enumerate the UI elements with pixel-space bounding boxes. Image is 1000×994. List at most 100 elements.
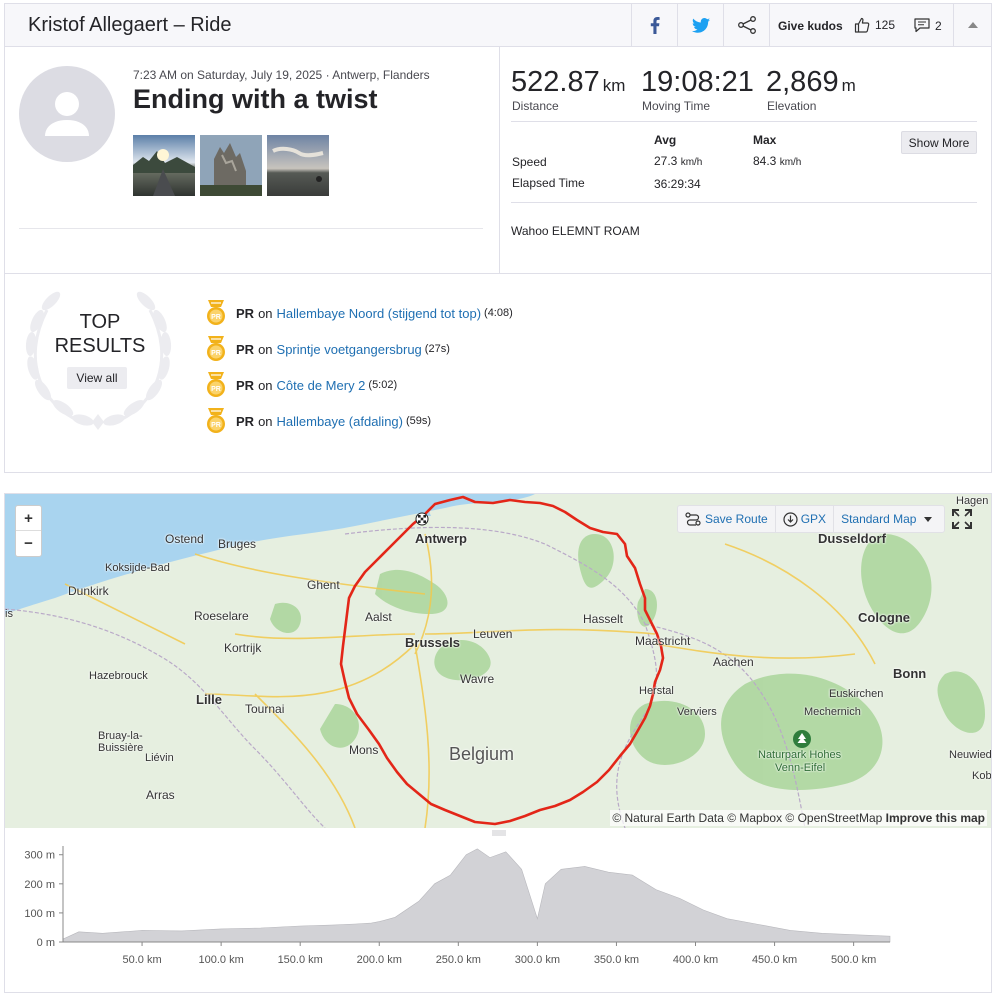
pr-badge: PR — [236, 341, 255, 357]
resize-handle-icon[interactable] — [492, 830, 506, 836]
divider — [499, 47, 500, 273]
moving-time-value: 19:08:21 — [641, 66, 754, 98]
download-icon — [783, 511, 798, 527]
comment-icon — [914, 18, 930, 33]
map-label: Hasselt — [583, 612, 624, 626]
moving-time-label: Moving Time — [642, 99, 711, 113]
map-label: Ostend — [165, 532, 204, 546]
x-tick-label: 300.0 km — [515, 954, 560, 966]
x-tick-label: 150.0 km — [278, 954, 323, 966]
y-tick-label: 300 m — [24, 850, 55, 862]
save-route-button[interactable]: Save Route — [678, 506, 776, 532]
segment-link[interactable]: Hallembaye Noord (stijgend tot top) — [277, 306, 482, 321]
fullscreen-icon[interactable] — [950, 507, 974, 531]
map-label: Antwerp — [415, 531, 467, 546]
map-label: Maastricht — [635, 634, 691, 648]
avg-header: Avg — [654, 133, 677, 147]
max-speed: 84.3 km/h — [753, 154, 802, 168]
x-tick-label: 250.0 km — [436, 954, 481, 966]
map-label: Hazebrouck — [89, 670, 148, 682]
segment-time: (4:08) — [484, 307, 513, 319]
elapsed-time-label: Elapsed Time — [512, 176, 585, 190]
comments-button[interactable]: 2 — [914, 18, 942, 33]
y-tick-label: 0 m — [37, 937, 55, 949]
page-title: Kristof Allegaert – Ride — [28, 14, 232, 36]
map-label: Liévin — [145, 752, 174, 764]
map-label: Herstal — [639, 685, 674, 697]
divider — [5, 273, 991, 274]
map-label: Neuwied — [949, 749, 991, 761]
y-tick-label: 100 m — [24, 908, 55, 920]
map-attribution: © Natural Earth Data © Mapbox © OpenStre… — [610, 810, 987, 826]
activity-name: Ending with a twist — [133, 84, 378, 114]
gpx-label: GPX — [800, 512, 827, 526]
map-label: Brussels — [405, 635, 460, 650]
caret-up-icon — [967, 22, 978, 28]
twitter-share-button[interactable] — [677, 4, 723, 46]
pr-medal-icon: PR — [207, 300, 225, 325]
max-header: Max — [753, 133, 777, 147]
activity-photo-3[interactable] — [267, 135, 329, 196]
elevation-area — [62, 848, 891, 943]
route-map[interactable]: Antwerp Ostend Bruges Koksijde-Bad Dunki… — [5, 494, 991, 828]
kudos-count: 125 — [875, 18, 896, 32]
segment-time: (59s) — [405, 415, 432, 427]
map-label: Buissière — [98, 742, 144, 754]
segment-link[interactable]: Côte de Mery 2 — [277, 378, 366, 393]
gpx-download-button[interactable]: GPX — [776, 506, 835, 532]
view-all-button[interactable]: View all — [67, 367, 127, 389]
x-tick-label: 450.0 km — [752, 954, 797, 966]
activity-photo-2[interactable] — [200, 135, 262, 196]
x-tick-label: 500.0 km — [831, 954, 876, 966]
y-tick-label: 200 m — [24, 879, 55, 891]
give-kudos-button[interactable]: Give kudos — [778, 19, 843, 33]
twitter-icon — [691, 17, 710, 33]
activity-photo-1[interactable] — [133, 135, 195, 196]
map-label: Ghent — [307, 578, 340, 592]
improve-map-link[interactable]: Improve this map — [886, 811, 985, 825]
athlete-avatar[interactable] — [19, 66, 115, 162]
distance-value: 522.87 km — [511, 66, 626, 98]
pr-result-row: PR PR on Sprintje voetgangersbrug (27s) — [205, 336, 450, 362]
start-finish-icon — [415, 512, 429, 526]
map-label: Leuven — [473, 627, 513, 641]
thumbs-up-icon — [854, 17, 870, 33]
map-label: Dunkirk — [68, 584, 109, 598]
pr-result-row: PR PR on Hallembaye (afdaling) (59s) — [205, 408, 431, 434]
activity-date-location: 7:23 AM on Saturday, July 19, 2025 · Ant… — [133, 68, 430, 82]
collapse-button[interactable] — [953, 4, 991, 46]
map-label: Dusseldorf — [818, 531, 886, 546]
map-style-select[interactable]: Standard Map — [834, 506, 944, 532]
map-label: Kob — [972, 770, 991, 782]
elapsed-time-value: 36:29:34 — [654, 177, 701, 191]
map-label: Naturpark Hohes — [758, 749, 842, 761]
kudos-count-button[interactable]: 125 — [854, 17, 895, 33]
divider — [511, 202, 977, 203]
segment-link[interactable]: Hallembaye (afdaling) — [277, 414, 403, 429]
segment-link[interactable]: Sprintje voetgangersbrug — [277, 342, 422, 357]
svg-text:PR: PR — [211, 386, 221, 393]
map-label: Kortrijk — [224, 641, 262, 655]
map-label: Aachen — [713, 655, 754, 669]
x-tick-label: 350.0 km — [594, 954, 639, 966]
divider — [511, 121, 977, 122]
share-button[interactable] — [723, 4, 769, 46]
pr-result-row: PR PR on Côte de Mery 2 (5:02) — [205, 372, 397, 398]
x-tick-label: 400.0 km — [673, 954, 718, 966]
map-label: is — [5, 608, 13, 620]
zoom-in-button[interactable]: + — [16, 506, 41, 531]
tree-icon — [793, 730, 811, 748]
pr-badge: PR — [236, 377, 255, 393]
map-label: Aalst — [365, 610, 392, 624]
map-label-country: Belgium — [449, 744, 515, 764]
avg-speed: 27.3 km/h — [654, 154, 703, 168]
facebook-share-button[interactable] — [631, 4, 677, 46]
elevation-chart[interactable]: 300 m 200 m 100 m 0 m 50.0 km 100.0 km 150.0 k… — [5, 838, 991, 994]
zoom-out-button[interactable]: − — [16, 531, 41, 556]
svg-text:PR: PR — [211, 422, 221, 429]
map-label: Verviers — [677, 706, 717, 718]
save-route-label: Save Route — [705, 512, 768, 526]
show-more-button[interactable]: Show More — [901, 131, 977, 154]
map-label: Bruges — [218, 537, 257, 551]
map-label: Venn-Eifel — [775, 762, 826, 774]
